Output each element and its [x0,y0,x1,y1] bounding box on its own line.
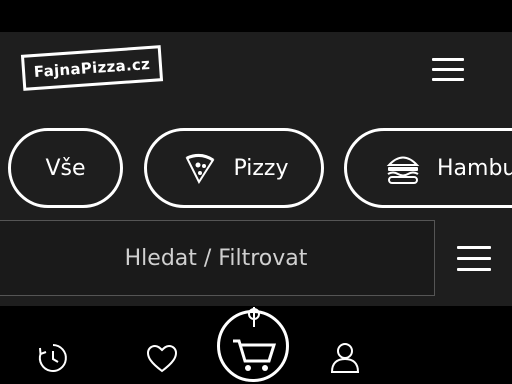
history-icon[interactable] [37,342,69,374]
category-pizza[interactable]: Pizzy [144,128,324,208]
hamburger-icon [432,58,464,61]
user-icon[interactable] [330,342,360,374]
cart-icon [233,339,277,371]
filter-bar: Hledat / Filtrovat [0,220,512,306]
burger-icon [386,156,420,184]
filter-menu-button[interactable] [457,246,491,272]
hamburger-icon [457,246,491,249]
cart-button[interactable] [217,307,289,382]
category-label: Hamburgery [437,155,512,181]
category-bar[interactable]: Vše Pizzy Hamburgery [0,110,512,220]
search-filter-button[interactable]: Hledat / Filtrovat [0,220,435,296]
main-menu-button[interactable] [432,58,464,82]
cart-badge-icon [248,307,260,327]
category-label: Pizzy [233,155,289,181]
category-all[interactable]: Vše [8,128,123,208]
heart-icon[interactable] [146,344,178,374]
category-label: Vše [45,155,86,181]
search-filter-label: Hledat / Filtrovat [124,245,308,271]
pizza-icon [186,153,215,185]
category-burgers[interactable]: Hamburgery [344,128,512,208]
